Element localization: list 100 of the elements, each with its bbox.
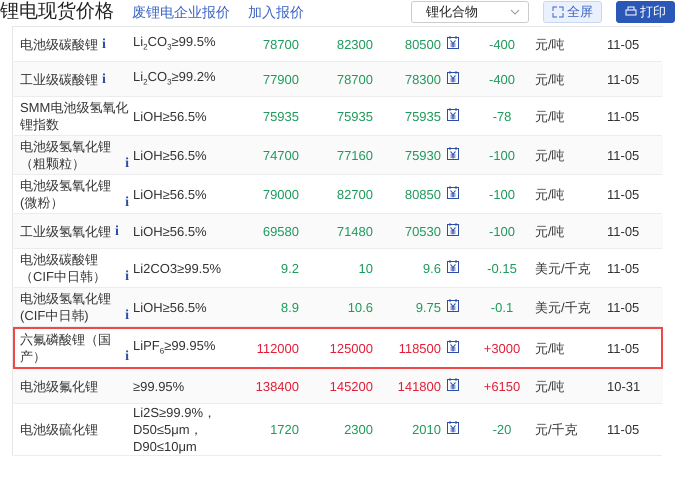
price-change: -100	[488, 186, 516, 202]
spec-cell-text: Li2S≥99.9%，D50≤5μm，D90≤10μm	[133, 404, 218, 455]
high-price: 10	[358, 260, 374, 276]
product-name: SMM电池级氢氧化锂指数	[20, 99, 129, 133]
price-calendar-icon[interactable]	[447, 186, 459, 198]
price-change: -100	[488, 146, 516, 164]
high-price: 10.6	[346, 298, 374, 316]
unit: 美元/千克	[534, 298, 592, 316]
product-name: 电池级碳酸锂（CIF中日韩）	[20, 251, 107, 285]
unit: 元/千克	[534, 421, 579, 438]
price-change: -0.1	[490, 298, 514, 316]
price-calendar-icon[interactable]	[447, 340, 459, 352]
date: 11-05	[606, 222, 640, 240]
average-price: 75935	[404, 108, 442, 124]
product-name: 电池级氟化锂	[20, 378, 98, 394]
average-price: 9.75	[414, 298, 442, 316]
spec-cell-text: LiOH≥56.5%	[133, 222, 208, 240]
product-name: 电池级氢氧化锂（粗颗粒）	[20, 138, 112, 172]
high-price: 77160	[336, 146, 374, 164]
low-price: 8.9	[280, 298, 300, 316]
spec-cell-text: Li$_{2}$CO$_{3}$≥99.5%	[133, 32, 217, 54]
low-price: 74700	[262, 146, 300, 164]
price-calendar-icon[interactable]	[447, 36, 459, 48]
category-dropdown[interactable]: 锂化合物	[411, 1, 529, 23]
unit: 元/吨	[534, 340, 566, 356]
price-calendar-icon[interactable]	[447, 70, 459, 84]
fullscreen-button[interactable]: 全屏	[543, 1, 602, 23]
spec-cell-text: Li2CO3≥99.5%	[133, 260, 222, 276]
unit: 元/吨	[534, 108, 566, 124]
average-price: 141800	[396, 378, 442, 394]
average-price: 80850	[404, 186, 442, 202]
average-price: 118500	[398, 340, 442, 356]
date: 11-05	[606, 421, 640, 438]
spec-cell-text: LiOH≥56.5%	[133, 298, 208, 316]
info-icon[interactable]: i	[125, 194, 129, 211]
date: 11-05	[606, 298, 640, 316]
price-change: -400	[488, 70, 516, 88]
info-icon[interactable]: i	[125, 307, 129, 324]
price-calendar-icon[interactable]	[447, 378, 459, 390]
product-name: 六氟磷酸锂（国产）	[20, 331, 112, 365]
info-icon[interactable]: i	[125, 348, 129, 365]
price-change: -78	[492, 108, 512, 124]
high-price: 71480	[336, 222, 374, 240]
spec-cell-text: LiOH≥56.5%	[133, 108, 208, 124]
header-link[interactable]: 废锂电企业报价	[132, 2, 230, 22]
info-icon[interactable]: i	[102, 36, 106, 52]
product-name: 工业级氢氧化锂	[20, 222, 111, 240]
page-title: 锂电现货价格	[0, 1, 114, 23]
info-icon[interactable]: i	[115, 222, 119, 240]
spec-cell-text: Li$_{2}$CO$_{3}$≥99.2%	[133, 68, 217, 88]
info-icon[interactable]: i	[125, 155, 129, 172]
average-price: 78300	[404, 70, 442, 88]
spec-cell-text: LiOH≥56.5%	[133, 186, 208, 202]
average-price: 75930	[404, 146, 442, 164]
header-link[interactable]: 加入报价	[248, 2, 304, 22]
price-change: -0.15	[486, 260, 518, 276]
average-price: 70530	[404, 222, 442, 240]
date: 11-05	[606, 260, 640, 276]
product-name: 电池级碳酸锂	[20, 36, 98, 52]
average-price: 2010	[411, 421, 442, 438]
unit: 美元/千克	[534, 260, 592, 276]
low-price: 75935	[262, 108, 300, 124]
unit: 元/吨	[534, 146, 566, 164]
price-calendar-icon[interactable]	[447, 222, 459, 236]
high-price: 2300	[343, 421, 374, 438]
expand-icon	[552, 6, 564, 18]
low-price: 1720	[269, 421, 300, 438]
price-calendar-icon[interactable]	[447, 146, 459, 160]
high-price: 82300	[336, 36, 374, 52]
unit: 元/吨	[534, 222, 566, 240]
low-price: 69580	[262, 222, 300, 240]
spec-cell-text: LiPF$_{6}$≥99.95%	[133, 336, 216, 358]
date: 11-05	[606, 108, 640, 124]
low-price: 138400	[254, 378, 300, 394]
high-price: 145200	[328, 378, 374, 394]
low-price: 78700	[262, 36, 300, 52]
price-change: +3000	[482, 340, 522, 356]
price-change: +6150	[482, 378, 522, 394]
low-price: 112000	[256, 340, 300, 356]
unit: 元/吨	[534, 186, 566, 202]
printer-icon	[625, 6, 637, 18]
info-icon[interactable]: i	[102, 70, 106, 88]
unit: 元/吨	[534, 70, 566, 88]
spec-cell-text: LiOH≥56.5%	[133, 146, 208, 164]
date: 11-05	[606, 186, 640, 202]
price-calendar-icon[interactable]	[447, 108, 459, 120]
high-price: 125000	[328, 340, 374, 356]
print-button[interactable]: 打印	[616, 1, 675, 23]
caret-icon	[510, 9, 520, 15]
spec-cell-text: ≥99.95%	[133, 378, 186, 394]
info-icon[interactable]: i	[125, 268, 129, 285]
price-calendar-icon[interactable]	[447, 421, 459, 434]
product-name: 电池级氢氧化锂(CIF中日韩)	[20, 290, 112, 324]
date: 10-31	[606, 378, 642, 394]
price-change: -20	[492, 421, 512, 438]
price-calendar-icon[interactable]	[447, 298, 459, 312]
date: 11-05	[606, 146, 640, 164]
price-calendar-icon[interactable]	[447, 260, 459, 272]
unit: 元/吨	[534, 378, 566, 394]
price-change: -400	[488, 36, 516, 52]
